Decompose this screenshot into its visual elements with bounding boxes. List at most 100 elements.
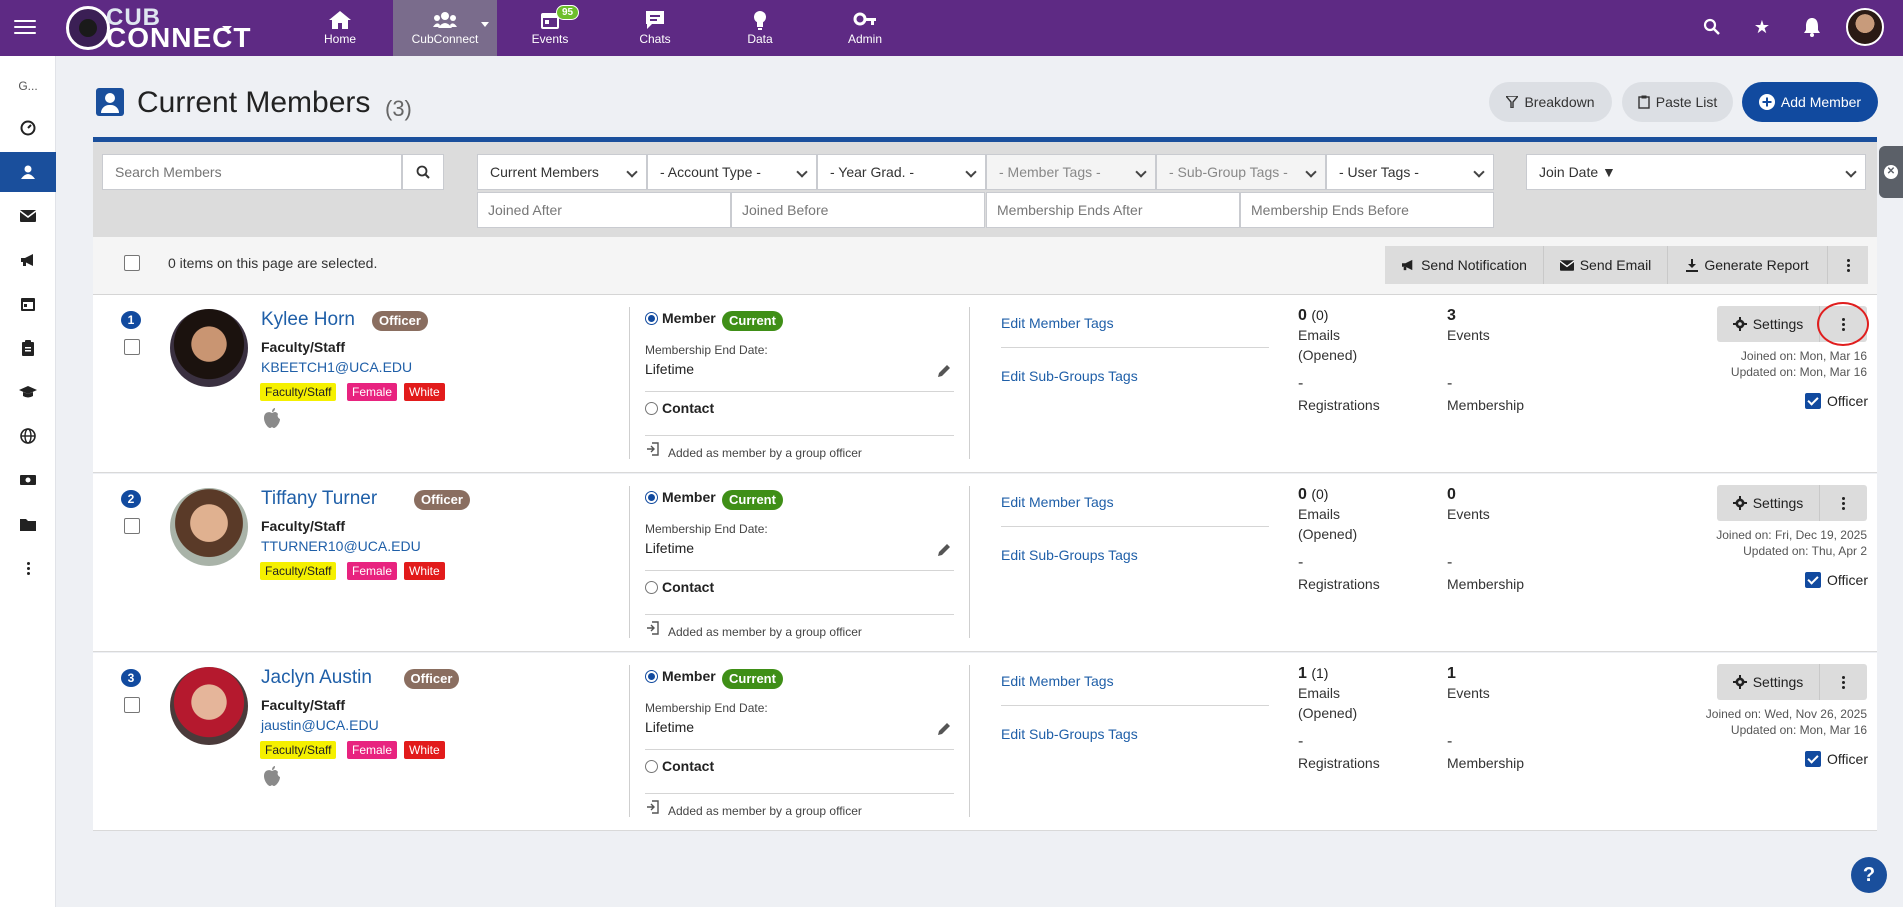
member-photo[interactable] [170, 667, 248, 745]
status-select[interactable]: Current Members [477, 154, 647, 190]
graduation-cap-icon[interactable] [0, 372, 56, 412]
hamburger-menu-icon[interactable] [14, 16, 36, 38]
status-badge: Current [722, 669, 783, 689]
contact-radio[interactable] [645, 760, 658, 773]
mail-icon[interactable] [0, 196, 56, 236]
more-actions-button[interactable] [1828, 246, 1868, 284]
star-icon[interactable]: ★ [1751, 16, 1773, 38]
joined-before-input[interactable]: Joined Before [731, 192, 985, 228]
paste-list-button[interactable]: Paste List [1622, 82, 1733, 122]
officer-checkbox[interactable] [1805, 572, 1821, 588]
officer-checkbox[interactable] [1805, 751, 1821, 767]
logo-chevron-down-icon [222, 26, 232, 31]
generate-report-button[interactable]: Generate Report [1668, 246, 1828, 284]
member-type-label: Member [662, 489, 716, 505]
pencil-icon[interactable] [936, 721, 952, 737]
nav-events[interactable]: 95 Events [498, 0, 602, 56]
emails-count-value: 1 [1298, 665, 1307, 682]
send-email-button[interactable]: Send Email [1544, 246, 1668, 284]
bell-icon[interactable] [1801, 16, 1823, 38]
nav-chats[interactable]: Chats [603, 0, 707, 56]
member-settings-button[interactable]: Settings [1717, 664, 1819, 700]
nav-home-label: Home [323, 32, 356, 46]
member-select-checkbox[interactable] [124, 697, 140, 713]
registrations-label: Registrations [1298, 397, 1380, 413]
pencil-icon[interactable] [936, 363, 952, 379]
member-email-link[interactable]: KBEETCH1@UCA.EDU [261, 359, 412, 375]
breakdown-button[interactable]: Breakdown [1489, 82, 1612, 122]
sort-select[interactable]: Join Date ▼ [1526, 154, 1866, 190]
member-tags-select[interactable]: - Member Tags - [986, 154, 1156, 190]
member-name-link[interactable]: Jaclyn Austin [261, 667, 372, 689]
cubconnect-logo[interactable]: CUB CONNECT [66, 4, 250, 52]
edit-member-tags-link[interactable]: Edit Member Tags [1001, 673, 1114, 689]
user-tags-select[interactable]: - User Tags - [1326, 154, 1494, 190]
member-radio[interactable] [645, 670, 658, 683]
calendar-icon[interactable] [0, 284, 56, 324]
member-settings-button[interactable]: Settings [1717, 485, 1819, 521]
more-vertical-icon[interactable] [0, 548, 56, 588]
help-button[interactable]: ? [1851, 857, 1887, 893]
nav-data[interactable]: Data [708, 0, 812, 56]
nav-home[interactable]: Home [288, 0, 392, 56]
member-email-link[interactable]: TTURNER10@UCA.EDU [261, 538, 421, 554]
edit-member-tags-link[interactable]: Edit Member Tags [1001, 315, 1114, 331]
paste-list-label: Paste List [1655, 94, 1718, 110]
search-members-input[interactable] [102, 154, 402, 190]
select-all-checkbox[interactable] [124, 255, 140, 271]
registrations-value: - [1298, 375, 1304, 392]
sub-group-tags-select[interactable]: - Sub-Group Tags - [1156, 154, 1326, 190]
year-grad-select[interactable]: - Year Grad. - [817, 154, 986, 190]
member-photo[interactable] [170, 309, 248, 387]
search-icon[interactable] [1701, 16, 1723, 38]
nav-admin[interactable]: Admin [813, 0, 917, 56]
member-settings-button[interactable]: Settings [1717, 306, 1819, 342]
member-select-checkbox[interactable] [124, 518, 140, 534]
member-name-link[interactable]: Tiffany Turner [261, 488, 377, 510]
chevron-down-icon [1135, 166, 1147, 178]
edit-sub-groups-tags-link[interactable]: Edit Sub-Groups Tags [1001, 547, 1138, 563]
folder-icon[interactable] [0, 504, 56, 544]
member-radio[interactable] [645, 491, 658, 504]
member-email-link[interactable]: jaustin@UCA.EDU [261, 717, 379, 733]
member-radio[interactable] [645, 312, 658, 325]
member-select-checkbox[interactable] [124, 339, 140, 355]
globe-icon[interactable] [0, 416, 56, 456]
edit-sub-groups-tags-link[interactable]: Edit Sub-Groups Tags [1001, 368, 1138, 384]
account-type-select[interactable]: - Account Type - [647, 154, 817, 190]
sidebar-group-label[interactable]: G... [0, 66, 56, 106]
emails-opened-value: (0) [1311, 486, 1329, 502]
clipboard-icon[interactable] [0, 328, 56, 368]
registrations-label: Registrations [1298, 755, 1380, 771]
membership-ends-before-input[interactable]: Membership Ends Before [1240, 192, 1494, 228]
edit-member-tags-link[interactable]: Edit Member Tags [1001, 494, 1114, 510]
contact-radio[interactable] [645, 402, 658, 415]
search-button[interactable] [402, 154, 444, 190]
divider [1001, 347, 1269, 348]
year-grad-value: - Year Grad. - [830, 164, 915, 180]
dashboard-icon[interactable] [0, 108, 56, 148]
joined-after-input[interactable]: Joined After [477, 192, 731, 228]
officer-checkbox[interactable] [1805, 393, 1821, 409]
contact-label: Contact [662, 758, 715, 774]
collapse-filters-tab[interactable]: ✕ [1879, 146, 1903, 198]
member-more-button[interactable] [1819, 664, 1867, 700]
edit-sub-groups-tags-link[interactable]: Edit Sub-Groups Tags [1001, 726, 1138, 742]
member-more-button[interactable] [1819, 485, 1867, 521]
member-name-link[interactable]: Kylee Horn [261, 309, 355, 331]
membership-ends-after-input[interactable]: Membership Ends After [986, 192, 1240, 228]
nav-cubconnect[interactable]: CubConnect [393, 0, 497, 56]
members-icon[interactable] [0, 152, 56, 192]
events-count: 1 [1447, 665, 1456, 682]
divider [1001, 526, 1269, 527]
megaphone-icon[interactable] [0, 240, 56, 280]
user-avatar[interactable] [1846, 8, 1884, 46]
logo-text-line2: CONNECT [106, 22, 252, 53]
send-notification-button[interactable]: Send Notification [1385, 246, 1544, 284]
member-photo[interactable] [170, 488, 248, 566]
send-notification-label: Send Notification [1421, 257, 1527, 273]
money-icon[interactable] [0, 460, 56, 500]
contact-radio[interactable] [645, 581, 658, 594]
add-member-button[interactable]: Add Member [1742, 82, 1878, 122]
pencil-icon[interactable] [936, 542, 952, 558]
